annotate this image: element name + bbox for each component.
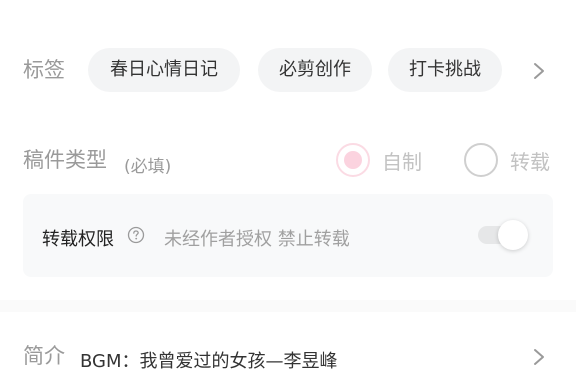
tag-chip[interactable]: 必剪创作	[258, 48, 372, 92]
intro-label: 简介	[23, 344, 65, 368]
required-note: (必填)	[124, 157, 172, 177]
chevron-right-icon[interactable]	[532, 348, 546, 365]
manuscript-type-label: 稿件类型	[23, 148, 107, 172]
toggle-knob	[498, 220, 528, 250]
radio-label-self-made: 自制	[382, 149, 422, 174]
repost-permission-description: 未经作者授权 禁止转载	[164, 229, 350, 250]
repost-permission-title: 转载权限	[42, 229, 114, 250]
intro-text: BGM：我曾爱过的女孩—李昱峰	[80, 351, 338, 372]
radio-label-repost: 转载	[510, 149, 550, 174]
manuscript-type-row: 稿件类型 (必填) 自制 转载	[0, 140, 576, 182]
section-divider	[0, 300, 576, 312]
radio-option-repost[interactable]: 转载	[464, 143, 550, 177]
radio-button-selected[interactable]	[336, 143, 370, 177]
radio-button-unselected[interactable]	[464, 143, 498, 177]
tag-chip[interactable]: 春日心情日记	[88, 48, 240, 92]
question-circle-icon[interactable]	[127, 226, 145, 244]
chevron-right-icon[interactable]	[532, 62, 546, 79]
repost-permission-card: 转载权限 未经作者授权 禁止转载	[23, 194, 553, 277]
tags-label: 标签	[23, 58, 65, 82]
intro-row[interactable]: 简介 BGM：我曾爱过的女孩—李昱峰	[0, 340, 576, 380]
tag-chip[interactable]: 打卡挑战	[388, 48, 502, 92]
repost-permission-toggle[interactable]	[478, 220, 528, 250]
radio-option-self-made[interactable]: 自制	[336, 143, 422, 177]
tags-row: 标签 春日心情日记 必剪创作 打卡挑战	[0, 40, 576, 100]
